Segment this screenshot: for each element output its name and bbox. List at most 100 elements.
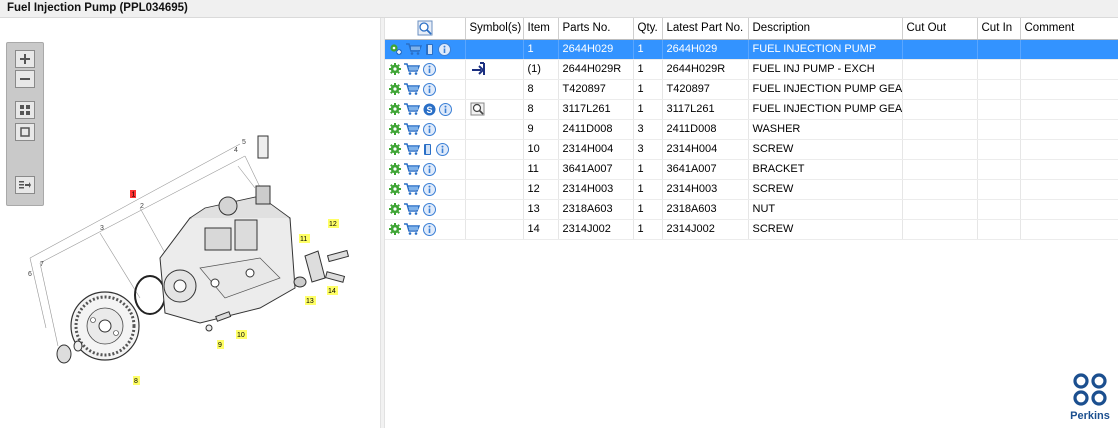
callout-12[interactable]: 12 (329, 221, 337, 228)
table-row[interactable]: 10 2314H004 3 2314H004 SCREW (385, 139, 1118, 160)
description-cell: WASHER (748, 119, 903, 140)
cart-icon[interactable] (406, 43, 422, 55)
header-cut-out[interactable]: Cut Out (902, 18, 978, 40)
gear-icon[interactable] (389, 183, 401, 195)
info-icon[interactable] (436, 142, 449, 156)
callout-3: 3 (100, 225, 104, 232)
book-icon[interactable] (425, 43, 435, 56)
description-cell: SCREW (748, 179, 903, 200)
table-row[interactable]: 1 2644H029 1 2644H029 FUEL INJECTION PUMP (385, 39, 1118, 60)
item-cell: 1 (523, 39, 559, 60)
service-s-icon[interactable]: S (423, 103, 436, 116)
info-icon[interactable] (423, 82, 436, 96)
exploded-drawing[interactable]: 1 2 3 4 5 6 7 8 9 10 11 12 13 14 (0, 108, 380, 408)
callout-10[interactable]: 10 (237, 332, 245, 339)
info-icon[interactable] (423, 62, 436, 76)
gear-icon[interactable] (389, 163, 401, 175)
gear-icon[interactable] (389, 123, 401, 135)
svg-text:S: S (426, 105, 432, 115)
header-cut-in[interactable]: Cut In (977, 18, 1021, 40)
book-icon[interactable] (423, 143, 433, 156)
info-icon[interactable] (423, 122, 436, 136)
latest-part-no-cell: 2318A603 (662, 199, 749, 220)
cart-icon[interactable] (404, 183, 420, 195)
cart-icon[interactable] (404, 223, 420, 235)
table-row[interactable]: 12 2314H003 1 2314H003 SCREW (385, 179, 1118, 200)
table-row[interactable]: (1) 2644H029R 1 2644H029R FUEL INJ PUMP - EX… (385, 59, 1118, 80)
callout-2: 2 (140, 203, 144, 210)
callout-11[interactable]: 11 (300, 236, 307, 243)
latest-part-no-cell: 2314H004 (662, 139, 749, 160)
info-icon[interactable] (423, 202, 436, 216)
cut-in-cell (977, 179, 1021, 200)
info-icon[interactable] (438, 42, 451, 56)
gear-icon[interactable] (389, 143, 401, 155)
gear-icon[interactable] (389, 63, 401, 75)
exchange-arrow-icon[interactable] (470, 62, 488, 76)
header-actions[interactable] (385, 18, 466, 40)
comment-cell (1020, 99, 1118, 120)
cart-icon[interactable] (404, 163, 420, 175)
callout-14[interactable]: 14 (328, 288, 336, 295)
perkins-logo: Perkins (1070, 373, 1110, 422)
callout-9[interactable]: 9 (218, 342, 222, 349)
callout-8[interactable]: 8 (134, 378, 138, 385)
gear-icon[interactable] (389, 83, 401, 95)
header-comment[interactable]: Comment (1020, 18, 1118, 40)
qty-cell: 3 (633, 119, 663, 140)
part-no-cell: 3641A007 (558, 159, 634, 180)
callout-13[interactable]: 13 (306, 298, 314, 305)
header-part-no[interactable]: Parts No. (558, 18, 634, 40)
description-cell: SCREW (748, 219, 903, 240)
header-qty[interactable]: Qty. (633, 18, 663, 40)
gear-icon[interactable] (389, 223, 401, 235)
symbol-cell (465, 39, 524, 60)
gear-add-icon[interactable] (389, 43, 403, 55)
header-symbols[interactable]: Symbol(s) (465, 18, 524, 40)
header-item[interactable]: Item (523, 18, 559, 40)
cart-icon[interactable] (404, 123, 420, 135)
info-icon[interactable] (423, 222, 436, 236)
table-row[interactable]: 8 T420897 1 T420897 FUEL INJECTION PUMP GEAR (385, 79, 1118, 100)
comment-cell (1020, 39, 1118, 60)
table-row[interactable]: 11 3641A007 1 3641A007 BRACKET (385, 159, 1118, 180)
row-actions-cell (385, 39, 466, 60)
gear-icon[interactable] (389, 103, 401, 115)
cart-icon[interactable] (404, 103, 420, 115)
header-description[interactable]: Description (748, 18, 903, 40)
cut-in-cell (977, 39, 1021, 60)
cart-icon[interactable] (404, 143, 420, 155)
latest-part-no-cell: T420897 (662, 79, 749, 100)
cut-in-cell (977, 79, 1021, 100)
table-row[interactable]: 13 2318A603 1 2318A603 NUT (385, 199, 1118, 220)
latest-part-no-cell: 3117L261 (662, 99, 749, 120)
header-latest-part-no[interactable]: Latest Part No. (662, 18, 749, 40)
qty-cell: 1 (633, 219, 663, 240)
qty-cell: 1 (633, 199, 663, 220)
info-icon[interactable] (423, 162, 436, 176)
illustration-pane[interactable]: 1 2 3 4 5 6 7 8 9 10 11 12 13 14 (0, 18, 380, 428)
pump-body-drawing (159, 135, 296, 324)
gear-icon[interactable] (389, 203, 401, 215)
item-cell: 9 (523, 119, 559, 140)
row-actions-cell (385, 159, 466, 180)
info-icon[interactable] (423, 182, 436, 196)
table-row[interactable]: 14 2314J002 1 2314J002 SCREW (385, 219, 1118, 240)
table-row[interactable]: S 8 3117L261 1 3117L261 FUEL INJECTION PUMP G… (385, 99, 1118, 120)
part-no-cell: 3117L261 (558, 99, 634, 120)
zoom-out-button[interactable] (15, 70, 35, 88)
cart-icon[interactable] (404, 63, 420, 75)
info-icon[interactable] (439, 102, 452, 116)
washer-drawing (73, 340, 83, 352)
bracket-drawing (304, 250, 326, 283)
cart-icon[interactable] (404, 203, 420, 215)
row-actions-cell (385, 219, 466, 240)
nut-drawing (56, 344, 72, 364)
zoom-in-button[interactable] (15, 50, 35, 68)
cut-out-cell (902, 59, 978, 80)
part-no-cell: 2318A603 (558, 199, 634, 220)
callout-1[interactable]: 1 (132, 192, 136, 199)
cart-icon[interactable] (404, 83, 420, 95)
zoom-picture-icon[interactable] (470, 102, 488, 116)
table-row[interactable]: 9 2411D008 3 2411D008 WASHER (385, 119, 1118, 140)
